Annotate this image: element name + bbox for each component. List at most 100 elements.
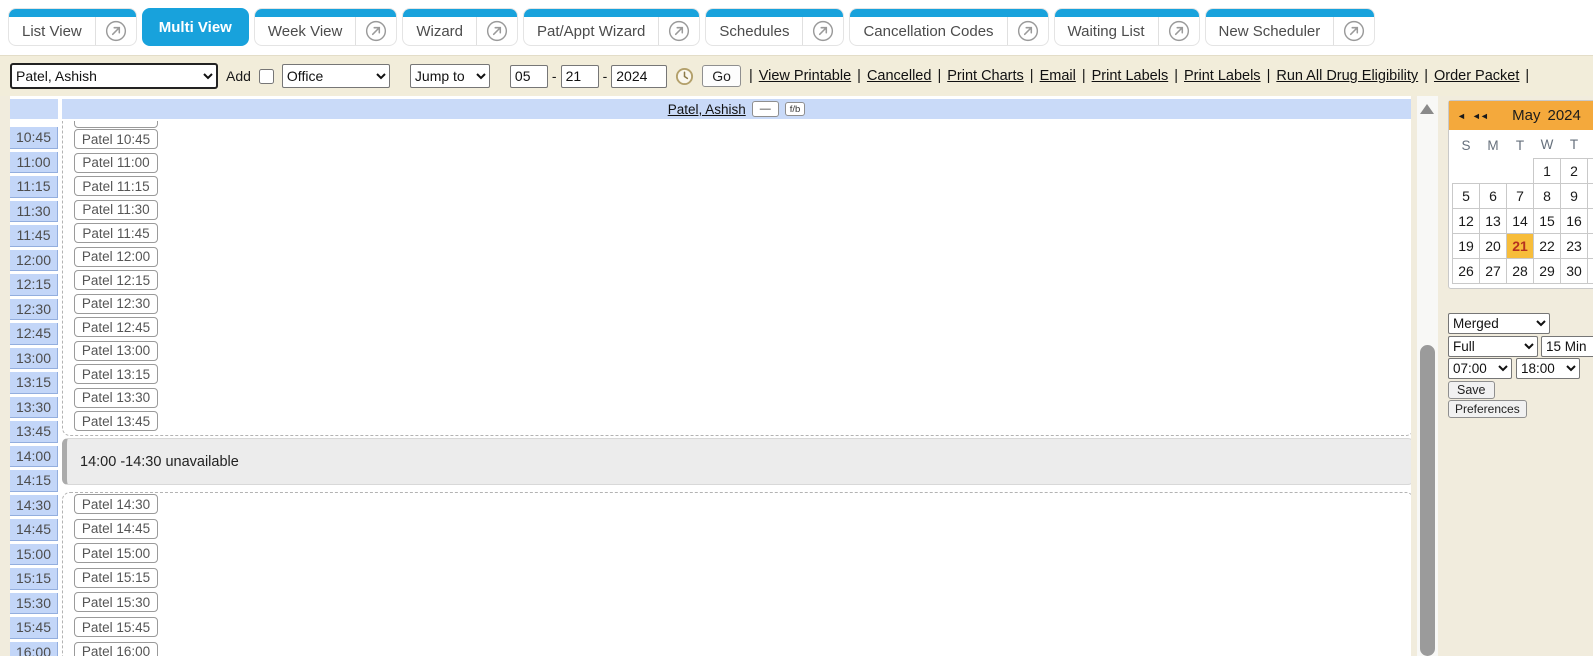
link-order-packet[interactable]: Order Packet <box>1434 68 1519 84</box>
calendar-day[interactable]: 15 <box>1534 208 1561 233</box>
calendar-day[interactable]: 9 <box>1561 183 1588 208</box>
date-year-input[interactable] <box>611 65 667 88</box>
slot-button-patel-13-00[interactable]: Patel 13:00 <box>74 341 158 361</box>
scrollbar-track[interactable] <box>1417 96 1438 656</box>
calendar-day[interactable]: 19 <box>1453 233 1480 258</box>
slot-button-patel-11-45[interactable]: Patel 11:45 <box>74 223 158 243</box>
interval-select[interactable]: 15 Min <box>1541 336 1593 357</box>
slot-button-patel-12-15[interactable]: Patel 12:15 <box>74 270 158 290</box>
calendar-day[interactable]: 3 <box>1588 158 1593 183</box>
calendar-day[interactable]: 30 <box>1561 258 1588 283</box>
calendar-day[interactable]: 24 <box>1588 233 1593 258</box>
tab-cancellation-codes[interactable]: Cancellation Codes <box>849 8 1048 46</box>
date-day-input[interactable] <box>561 65 599 88</box>
slot-button-patel-14-45[interactable]: Patel 14:45 <box>74 519 158 539</box>
link-cancelled[interactable]: Cancelled <box>867 68 932 84</box>
slot-button-patel-13-45[interactable]: Patel 13:45 <box>74 411 158 431</box>
tab-new-scheduler[interactable]: New Scheduler <box>1205 8 1376 46</box>
clock-icon[interactable] <box>675 67 694 86</box>
tab-top-accent <box>255 9 396 17</box>
calendar-day[interactable]: 20 <box>1480 233 1507 258</box>
go-button[interactable]: Go <box>702 65 741 87</box>
calendar-day[interactable]: 1 <box>1534 158 1561 183</box>
slot-button-patel-13-15[interactable]: Patel 13:15 <box>74 364 158 384</box>
date-month-input[interactable] <box>510 65 548 88</box>
time-label-12-30: 12:30 <box>10 299 58 321</box>
calendar-day[interactable]: 13 <box>1480 208 1507 233</box>
tab-wizard[interactable]: Wizard <box>402 8 518 46</box>
slot-button-patel-13-30[interactable]: Patel 13:30 <box>74 388 158 408</box>
pipe-separator: | <box>1424 68 1428 84</box>
calendar-day-selected[interactable]: 21 <box>1507 233 1534 258</box>
slot-button-patel-14-30[interactable]: Patel 14:30 <box>74 494 158 514</box>
calendar-day[interactable]: 16 <box>1561 208 1588 233</box>
tab-multi-view[interactable]: Multi View <box>142 8 249 46</box>
slot-button-patel-16-00[interactable]: Patel 16:00 <box>74 642 158 656</box>
calendar-day[interactable]: 6 <box>1480 183 1507 208</box>
tab-pat-appt-wizard[interactable]: Pat/Appt Wizard <box>523 8 700 46</box>
unavailable-block: 14:00 -14:30 unavailable <box>62 438 1411 485</box>
calendar-day[interactable]: 22 <box>1534 233 1561 258</box>
start-time-select[interactable]: 07:00 <box>1448 358 1512 379</box>
calendar-day[interactable]: 14 <box>1507 208 1534 233</box>
add-checkbox[interactable] <box>259 69 274 84</box>
scrollbar-up-arrow-icon[interactable] <box>1420 104 1434 114</box>
preferences-button[interactable]: Preferences <box>1448 400 1527 418</box>
end-time-select[interactable]: 18:00 <box>1516 358 1580 379</box>
tab-schedules[interactable]: Schedules <box>705 8 844 46</box>
tab-waiting-list[interactable]: Waiting List <box>1054 8 1200 46</box>
slot-button-patel-11-15[interactable]: Patel 11:15 <box>74 176 158 196</box>
time-label-10-45: 10:45 <box>10 127 58 149</box>
location-select[interactable]: Office <box>282 64 390 88</box>
calendar-day[interactable]: 31 <box>1588 258 1593 283</box>
add-label: Add <box>226 68 251 84</box>
toolbar: Patel, Ashish Add Office Jump to - - Go … <box>0 55 1593 96</box>
calendar-day[interactable]: 17 <box>1588 208 1593 233</box>
calendar-day[interactable]: 27 <box>1480 258 1507 283</box>
tab-list-view[interactable]: List View <box>8 8 137 46</box>
link-email[interactable]: Email <box>1040 68 1076 84</box>
link-view-printable[interactable]: View Printable <box>759 68 851 84</box>
calendar-day[interactable]: 12 <box>1453 208 1480 233</box>
fb-button[interactable]: f/b <box>785 102 806 116</box>
slot-button-patel-11-00[interactable]: Patel 11:00 <box>74 153 158 173</box>
slot-button-patel-15-30[interactable]: Patel 15:30 <box>74 592 158 612</box>
slot-button-patel-10-45[interactable]: Patel 10:45 <box>74 129 158 149</box>
minimize-column-button[interactable]: — <box>752 101 779 117</box>
calendar-day[interactable]: 7 <box>1507 183 1534 208</box>
slot-button-clipped[interactable] <box>74 121 158 128</box>
time-label-11-15: 11:15 <box>10 176 58 198</box>
slot-button-patel-11-30[interactable]: Patel 11:30 <box>74 200 158 220</box>
time-label-15-15: 15:15 <box>10 568 58 590</box>
calendar-prev-year-icon[interactable]: ◄◄ <box>1472 111 1488 121</box>
slot-button-patel-12-00[interactable]: Patel 12:00 <box>74 247 158 267</box>
provider-select[interactable]: Patel, Ashish <box>10 63 218 89</box>
provider-header-link[interactable]: Patel, Ashish <box>668 102 746 117</box>
slot-button-patel-15-15[interactable]: Patel 15:15 <box>74 568 158 588</box>
link-print-labels[interactable]: Print Labels <box>1092 68 1169 84</box>
pipe-separator: | <box>1082 68 1086 84</box>
calendar-day[interactable]: 23 <box>1561 233 1588 258</box>
jump-to-select[interactable]: Jump to <box>410 64 490 88</box>
slot-button-patel-12-30[interactable]: Patel 12:30 <box>74 294 158 314</box>
link-print-charts[interactable]: Print Charts <box>947 68 1024 84</box>
link-run-all-drug-eligibility[interactable]: Run All Drug Eligibility <box>1276 68 1418 84</box>
calendar-day[interactable]: 26 <box>1453 258 1480 283</box>
slot-button-patel-12-45[interactable]: Patel 12:45 <box>74 317 158 337</box>
zoom-mode-select[interactable]: Full <box>1448 336 1538 357</box>
calendar-day[interactable]: 29 <box>1534 258 1561 283</box>
display-mode-select[interactable]: Merged <box>1448 313 1550 334</box>
slot-button-patel-15-00[interactable]: Patel 15:00 <box>74 543 158 563</box>
calendar-day[interactable]: 5 <box>1453 183 1480 208</box>
calendar-day[interactable]: 28 <box>1507 258 1534 283</box>
scrollbar-thumb[interactable] <box>1420 345 1435 656</box>
link-print-labels[interactable]: Print Labels <box>1184 68 1261 84</box>
tab-week-view[interactable]: Week View <box>254 8 397 46</box>
calendar-prev-month-icon[interactable]: ◄ <box>1457 111 1465 121</box>
time-label-13-30: 13:30 <box>10 397 58 419</box>
calendar-day[interactable]: 10 <box>1588 183 1593 208</box>
calendar-day[interactable]: 8 <box>1534 183 1561 208</box>
save-button[interactable]: Save <box>1448 381 1495 399</box>
slot-button-patel-15-45[interactable]: Patel 15:45 <box>74 617 158 637</box>
calendar-day[interactable]: 2 <box>1561 158 1588 183</box>
